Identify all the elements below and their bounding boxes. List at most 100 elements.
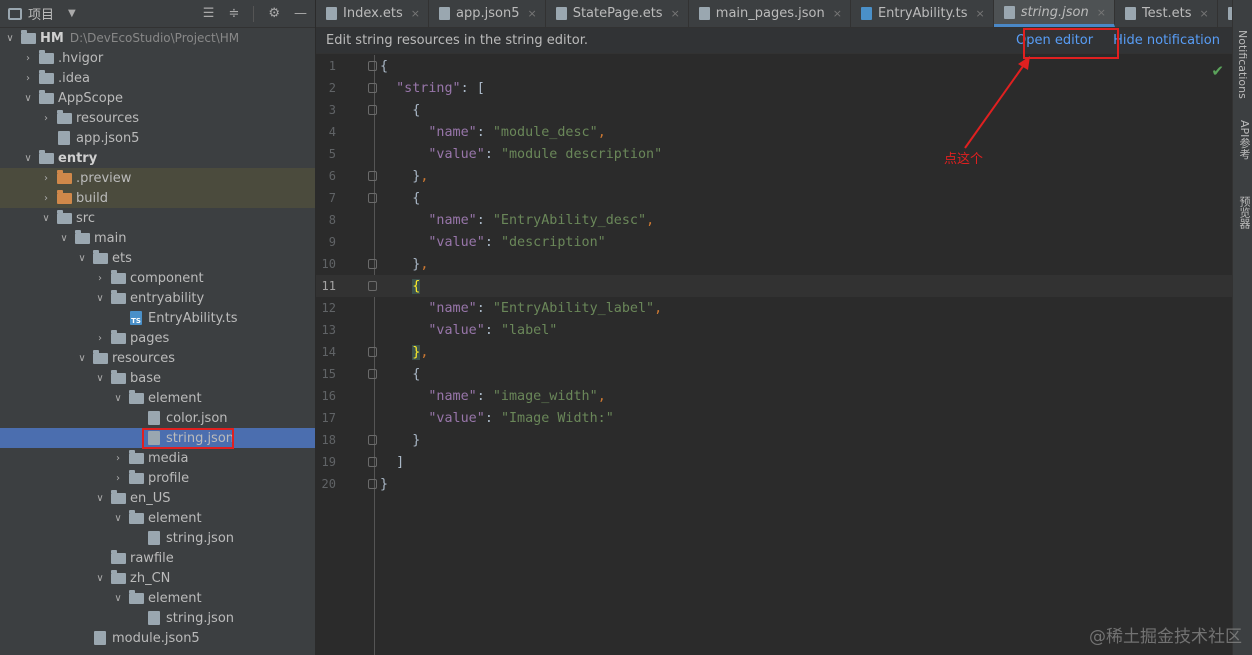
chevron-right-icon[interactable]: › xyxy=(40,113,52,124)
editor-tab[interactable]: Index.ets × xyxy=(316,0,430,27)
fold-marker-icon[interactable] xyxy=(368,171,378,181)
chevron-down-icon[interactable]: ∨ xyxy=(94,373,106,384)
chevron-right-icon[interactable]: › xyxy=(22,53,34,64)
code-line[interactable]: 13 "value": "label" xyxy=(316,319,1232,341)
tree-item[interactable]: ∨ HM D:\DevEcoStudio\Project\HM xyxy=(0,28,315,48)
editor-tab[interactable]: main_pages.json × xyxy=(689,0,851,27)
tree-item[interactable]: ∨ entryability xyxy=(0,288,315,308)
code-line[interactable]: 10 }, xyxy=(316,253,1232,275)
tree-item[interactable]: › component xyxy=(0,268,315,288)
fold-marker-icon[interactable] xyxy=(368,193,378,203)
tree-item[interactable]: string.json xyxy=(0,608,315,628)
close-icon[interactable]: × xyxy=(411,7,420,20)
expand-all-icon[interactable]: ☰ xyxy=(203,6,215,21)
editor-tab[interactable]: app.json5 × xyxy=(429,0,546,27)
tree-item[interactable]: › profile xyxy=(0,468,315,488)
code-line[interactable]: 5 "value": "module description" xyxy=(316,143,1232,165)
previewer-tool-tab[interactable]: 预览器 xyxy=(1236,196,1252,229)
code-line[interactable]: 2 "string": [ xyxy=(316,77,1232,99)
code-line[interactable]: 15 { xyxy=(316,363,1232,385)
chevron-down-icon[interactable]: ∨ xyxy=(40,213,52,224)
project-view-title[interactable]: 项目 xyxy=(28,4,54,23)
gear-icon[interactable]: ⚙ xyxy=(268,6,280,21)
fold-marker-icon[interactable] xyxy=(368,105,378,115)
editor-tab[interactable]: string.json × xyxy=(993,0,1115,27)
tree-item[interactable]: ∨ zh_CN xyxy=(0,568,315,588)
tree-item[interactable]: color.json xyxy=(0,408,315,428)
code-line[interactable]: 14 }, xyxy=(316,341,1232,363)
tree-item[interactable]: › build xyxy=(0,188,315,208)
code-line[interactable]: 17 "value": "Image Width:" xyxy=(316,407,1232,429)
editor-tab[interactable]: EntryAbility.ts × xyxy=(851,0,994,27)
close-icon[interactable]: × xyxy=(1097,6,1106,19)
fold-marker-icon[interactable] xyxy=(368,479,378,489)
api-reference-tool-tab[interactable]: API参考 xyxy=(1236,120,1252,159)
fold-marker-icon[interactable] xyxy=(368,61,378,71)
editor-tab[interactable]: Test.ets × xyxy=(1115,0,1218,27)
code-line[interactable]: 7 { xyxy=(316,187,1232,209)
chevron-down-icon[interactable]: ∨ xyxy=(58,233,70,244)
fold-marker-icon[interactable] xyxy=(368,435,378,445)
chevron-down-icon[interactable]: ∨ xyxy=(94,493,106,504)
fold-marker-icon[interactable] xyxy=(368,457,378,467)
fold-marker-icon[interactable] xyxy=(368,83,378,93)
editor-tab[interactable]: Pro xyxy=(1218,0,1232,27)
notifications-tool-tab[interactable]: Notifications xyxy=(1236,30,1249,99)
chevron-down-icon[interactable]: ∨ xyxy=(76,353,88,364)
code-line[interactable]: 3 { xyxy=(316,99,1232,121)
tree-item[interactable]: ∨ entry xyxy=(0,148,315,168)
tree-item[interactable]: ∨ src xyxy=(0,208,315,228)
tree-item[interactable]: string.json xyxy=(0,428,315,448)
open-editor-link[interactable]: Open editor xyxy=(1016,33,1093,48)
tree-item[interactable]: ∨ base xyxy=(0,368,315,388)
editor-tab[interactable]: StatePage.ets × xyxy=(546,0,689,27)
chevron-down-icon[interactable]: ∨ xyxy=(76,253,88,264)
tree-item[interactable]: › .hvigor xyxy=(0,48,315,68)
fold-marker-icon[interactable] xyxy=(368,347,378,357)
chevron-right-icon[interactable]: › xyxy=(22,73,34,84)
tree-item[interactable]: › resources xyxy=(0,108,315,128)
code-line[interactable]: 16 "name": "image_width", xyxy=(316,385,1232,407)
tree-item[interactable]: ∨ en_US xyxy=(0,488,315,508)
chevron-down-icon[interactable]: ∨ xyxy=(94,573,106,584)
chevron-down-icon[interactable]: ∨ xyxy=(112,593,124,604)
tree-item[interactable]: ∨ main xyxy=(0,228,315,248)
tree-item[interactable]: app.json5 xyxy=(0,128,315,148)
chevron-right-icon[interactable]: › xyxy=(94,273,106,284)
tree-item[interactable]: module.json5 xyxy=(0,628,315,648)
code-line[interactable]: 18 } xyxy=(316,429,1232,451)
tree-item[interactable]: ∨ element xyxy=(0,588,315,608)
tree-item[interactable]: TS EntryAbility.ts xyxy=(0,308,315,328)
code-line[interactable]: 20} xyxy=(316,473,1232,495)
tree-item[interactable]: rawfile xyxy=(0,548,315,568)
code-editor[interactable]: 1{2 "string": [3 {4 "name": "module_desc… xyxy=(316,55,1232,655)
chevron-down-icon[interactable]: ∨ xyxy=(22,153,34,164)
minimize-icon[interactable]: — xyxy=(294,6,307,21)
code-line[interactable]: 1{ xyxy=(316,55,1232,77)
chevron-right-icon[interactable]: › xyxy=(40,193,52,204)
chevron-down-icon[interactable]: ∨ xyxy=(112,513,124,524)
tree-item[interactable]: ∨ AppScope xyxy=(0,88,315,108)
chevron-down-icon[interactable]: ∨ xyxy=(4,33,16,44)
code-line[interactable]: 9 "value": "description" xyxy=(316,231,1232,253)
hide-notification-link[interactable]: Hide notification xyxy=(1113,33,1220,48)
tree-item[interactable]: ∨ ets xyxy=(0,248,315,268)
chevron-right-icon[interactable]: › xyxy=(112,453,124,464)
chevron-down-icon[interactable]: ▼ xyxy=(68,8,76,19)
chevron-right-icon[interactable]: › xyxy=(40,173,52,184)
chevron-down-icon[interactable]: ∨ xyxy=(94,293,106,304)
chevron-down-icon[interactable]: ∨ xyxy=(22,93,34,104)
fold-marker-icon[interactable] xyxy=(368,259,378,269)
chevron-down-icon[interactable]: ∨ xyxy=(112,393,124,404)
code-line[interactable]: 8 "name": "EntryAbility_desc", xyxy=(316,209,1232,231)
fold-marker-icon[interactable] xyxy=(368,281,378,291)
chevron-right-icon[interactable]: › xyxy=(94,333,106,344)
fold-marker-icon[interactable] xyxy=(368,369,378,379)
close-icon[interactable]: × xyxy=(527,7,536,20)
close-icon[interactable]: × xyxy=(833,7,842,20)
chevron-right-icon[interactable]: › xyxy=(112,473,124,484)
code-line[interactable]: 19 ] xyxy=(316,451,1232,473)
close-icon[interactable]: × xyxy=(975,7,984,20)
code-line[interactable]: 12 "name": "EntryAbility_label", xyxy=(316,297,1232,319)
tree-item[interactable]: ∨ resources xyxy=(0,348,315,368)
